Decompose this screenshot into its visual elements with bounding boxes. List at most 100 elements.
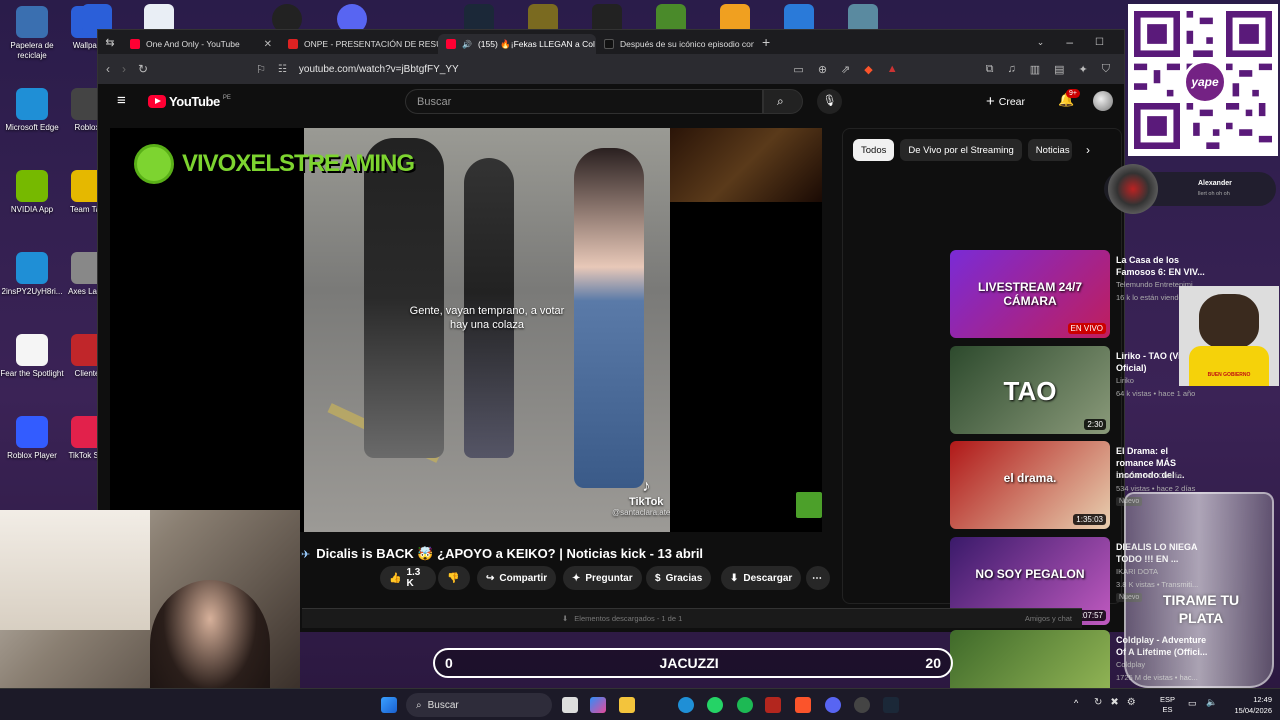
tab-onpe[interactable]: ONPE - PRESENTACIÓN DE RESULTA <box>280 34 438 54</box>
jacuzzi-counter: 0 JACUZZI 20 <box>433 648 953 678</box>
video-thumbnail[interactable]: LIVESTREAM 24/7 CÁMARA EN VIVO <box>950 250 1110 338</box>
edge-icon[interactable] <box>678 697 694 713</box>
video-thumbnail[interactable]: el drama. 1:35:03 <box>950 441 1110 529</box>
ask-button[interactable]: ✦ Preguntar <box>563 566 642 590</box>
shelf <box>0 510 150 630</box>
channel-watermark-icon[interactable] <box>796 492 822 518</box>
downloads-text[interactable]: Elementos descargados - 1 de 1 <box>574 614 682 623</box>
microphone-icon[interactable]: 🎙 <box>817 89 842 114</box>
yape-text: yape <box>1191 75 1219 89</box>
recommendation-item[interactable]: LIVESTREAM 24/7 CÁMARA EN VIVO La Casa de … <box>950 250 1210 338</box>
screenshot-icon[interactable]: ⧉ <box>986 63 994 76</box>
file-explorer-icon[interactable] <box>619 697 635 713</box>
chat-username: Alexander <box>1198 180 1232 187</box>
dota-icon[interactable] <box>765 697 781 713</box>
filter-chips: Todos De Vivo por el Streaming Noticias <box>853 139 1072 161</box>
app-icon <box>16 416 48 448</box>
chip-streaming[interactable]: De Vivo por el Streaming <box>900 139 1022 161</box>
create-button[interactable]: + Crear <box>986 93 1025 110</box>
download-label: Descargar <box>743 572 793 584</box>
steam-icon[interactable] <box>883 697 899 713</box>
volume-icon[interactable]: 🔈 <box>1206 697 1217 708</box>
whatsapp-icon[interactable] <box>707 697 723 713</box>
youtube-logo[interactable]: YouTube PE <box>148 94 231 109</box>
url-field[interactable]: youtube.com/watch?v=jBbtgfFY_YY <box>299 64 459 75</box>
vpn-icon[interactable]: ⛉ <box>1102 63 1110 76</box>
onpe-favicon-icon <box>288 39 298 49</box>
wallet-icon[interactable]: ▤ <box>1054 63 1064 76</box>
app-icon <box>16 252 48 284</box>
airplane-icon: ✈ <box>301 548 311 561</box>
thanks-button[interactable]: $ Gracias <box>646 566 712 590</box>
avatar <box>1108 164 1158 214</box>
search-input[interactable]: Buscar <box>405 89 763 114</box>
tab-youtube[interactable]: One And Only - YouTube ✕ <box>122 34 280 54</box>
avatar[interactable] <box>1093 91 1113 111</box>
download-button[interactable]: ⬇ Descargar <box>721 566 802 590</box>
taskbar-search[interactable]: ⌕ Buscar <box>406 693 552 717</box>
chat-notification[interactable]: Alexander llert oh oh oh <box>1104 164 1276 214</box>
discord-icon[interactable] <box>825 697 841 713</box>
recommendation-item[interactable]: TAO 2:30 Liriko - TAO (Video Oficial) Lirik… <box>950 346 1210 434</box>
share-icon[interactable]: ⇗ <box>841 63 850 76</box>
copilot-icon[interactable] <box>590 697 606 713</box>
clock[interactable]: 12:49 15/04/2026 <box>1228 694 1272 716</box>
friends-text[interactable]: Amigos y chat <box>1025 614 1072 623</box>
forward-icon[interactable]: › <box>122 62 126 76</box>
obs-icon[interactable] <box>854 697 870 713</box>
more-button[interactable]: ⋯ <box>806 566 830 590</box>
sidebar-icon[interactable]: ▥ <box>1030 63 1040 76</box>
sidebar-toggle-icon[interactable]: ⇆ <box>98 36 122 49</box>
video-title[interactable]: La Casa de los Famosos 6: EN VIV... <box>1116 254 1208 278</box>
video-thumbnail[interactable]: TAO 2:30 <box>950 346 1110 434</box>
like-button[interactable]: 👍 1.3 K <box>380 566 436 590</box>
chip-todos[interactable]: Todos <box>853 139 895 161</box>
windows-start-icon[interactable] <box>381 697 397 713</box>
chevron-right-icon[interactable]: › <box>1086 143 1090 157</box>
video-player[interactable]: Gente, vayan temprano, a votar hay una c… <box>110 128 822 532</box>
jacuzzi-label: JACUZZI <box>659 655 719 671</box>
tray-chevron-icon[interactable]: ^ <box>1074 698 1078 708</box>
chevron-down-icon[interactable]: ⌄ <box>1037 37 1045 48</box>
tray-icons[interactable]: ↻✖⚙ <box>1094 697 1144 708</box>
brave-shield-icon[interactable]: ◆ <box>864 63 872 76</box>
tab-active[interactable]: 🔊(155) 🔥¡Fekas LLEGAN a Col✕ <box>438 34 596 54</box>
video-meta: 64 k vistas • hace 1 año <box>1116 389 1196 398</box>
chat-message: llert oh oh oh <box>1198 191 1230 197</box>
notification-count: 9+ <box>1066 89 1080 98</box>
new-tab-icon[interactable]: + <box>762 34 770 50</box>
language-indicator[interactable]: ESP ES <box>1160 695 1175 715</box>
dislike-button[interactable]: 👎 <box>438 566 470 590</box>
rewards-icon[interactable]: ▲ <box>887 63 898 76</box>
network-icon[interactable]: ▭ <box>1188 698 1197 709</box>
share-button[interactable]: ↪ Compartir <box>477 566 557 590</box>
back-icon[interactable]: ‹ <box>106 62 110 76</box>
tab-tiktok[interactable]: Después de su icónico episodio con <box>596 34 754 54</box>
app-icon <box>16 88 48 120</box>
thumbnail-text: TAO <box>1003 376 1057 406</box>
music-icon[interactable]: ♫ <box>1007 63 1015 76</box>
zoom-icon[interactable]: ⊕ <box>818 63 827 76</box>
channel-name[interactable]: Charlas con Charlie <box>1116 471 1208 480</box>
bookmark-icon[interactable]: ⚐ <box>256 63 266 76</box>
speaker-icon[interactable]: 🔊 <box>462 40 472 49</box>
video-caption: Gente, vayan temprano, a votar hay una c… <box>409 305 565 331</box>
brave-icon[interactable] <box>795 697 811 713</box>
search-button[interactable]: ⌕ <box>763 89 803 114</box>
cast-icon[interactable]: ▭ <box>793 63 803 76</box>
plus-icon: + <box>986 93 995 110</box>
create-label: Crear <box>998 95 1026 108</box>
maximize-icon[interactable]: ☐ <box>1095 37 1104 48</box>
spotify-icon[interactable] <box>737 697 753 713</box>
minimize-icon[interactable]: – <box>1066 35 1073 49</box>
extensions-icon[interactable]: ✦ <box>1079 63 1088 76</box>
close-icon[interactable]: ✕ <box>264 39 272 50</box>
yape-logo: yape <box>1183 60 1227 104</box>
chip-noticias[interactable]: Noticias <box>1027 139 1072 161</box>
tiktok-favicon-icon <box>604 39 614 49</box>
menu-icon[interactable]: ≡ <box>117 92 126 109</box>
site-info-icon[interactable]: ☷ <box>278 64 287 75</box>
video-duration: 2:30 <box>1084 419 1106 430</box>
reload-icon[interactable]: ↻ <box>138 62 148 76</box>
task-view-icon[interactable] <box>562 697 578 713</box>
